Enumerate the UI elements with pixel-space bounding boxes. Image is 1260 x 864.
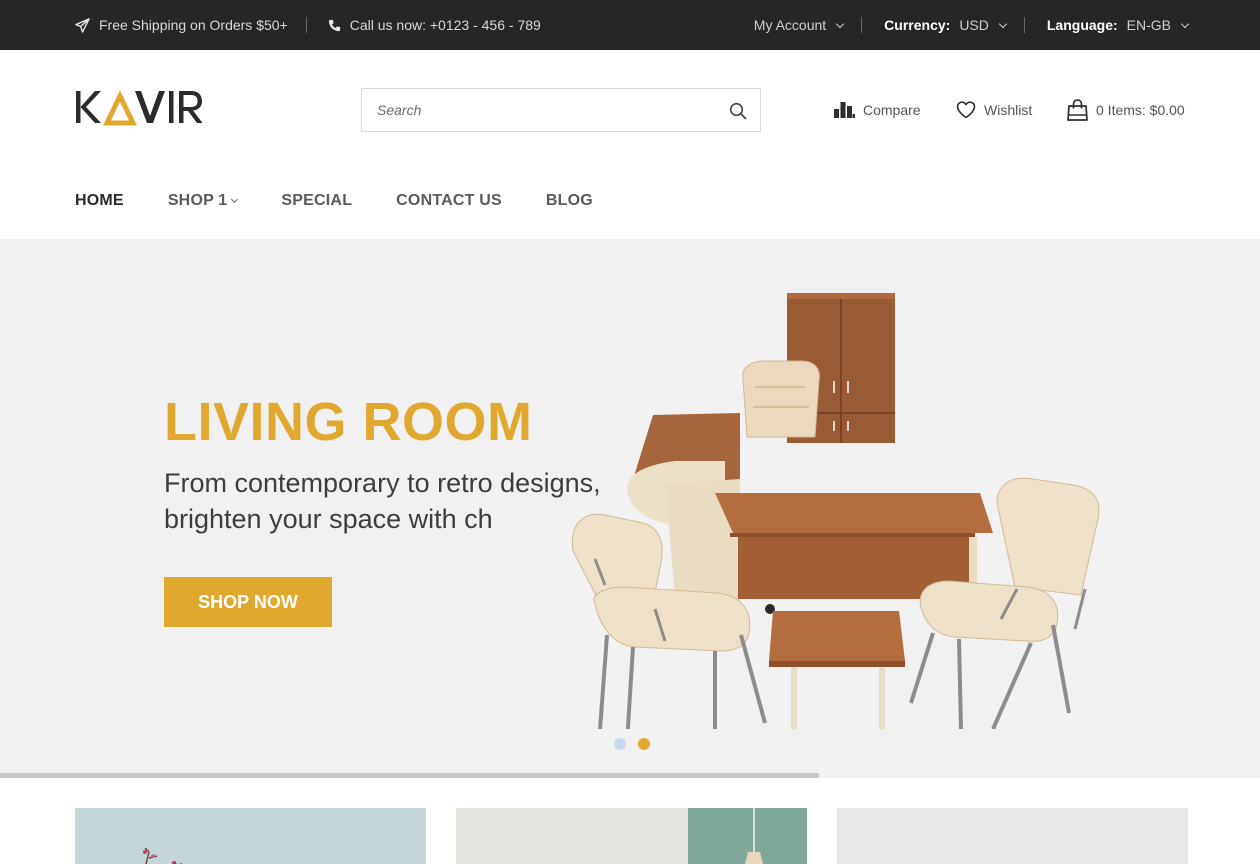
nav-item-home[interactable]: HOME — [75, 192, 124, 210]
banner-2[interactable] — [456, 808, 807, 864]
chevron-down-icon — [1180, 19, 1190, 28]
hero-slider: LIVING ROOM From contemporary to retro d… — [0, 239, 1260, 773]
my-account-label: My Account — [753, 17, 827, 33]
chevron-down-icon — [835, 19, 845, 28]
phone-icon — [328, 19, 340, 31]
main-navigation: HOME SHOP 1 SPECIAL CONTACT US BLOG — [75, 192, 637, 210]
phone-info: Call us now: +0123 - 456 - 789 — [328, 17, 541, 33]
language-value: EN-GB — [1126, 17, 1171, 33]
slider-pagination — [614, 738, 650, 750]
language-label: Language: — [1046, 17, 1118, 33]
paper-plane-icon — [75, 17, 90, 33]
banner-image-plant — [75, 808, 426, 864]
divider — [861, 17, 863, 33]
phone-text: Call us now: +0123 - 456 - 789 — [349, 17, 541, 33]
nav-item-label: SPECIAL — [281, 192, 353, 209]
search-input[interactable] — [362, 89, 717, 131]
search-box — [361, 88, 761, 132]
banner-image — [837, 808, 1188, 864]
cart-label: 0 Items: $0.00 — [1096, 102, 1185, 118]
nav-item-label: SHOP 1 — [167, 192, 228, 209]
banner-image-lamp — [456, 808, 807, 864]
nav-item-label: BLOG — [545, 192, 593, 209]
shopping-bag-icon — [1067, 99, 1088, 121]
nav-item-label: HOME — [75, 192, 124, 209]
currency-label: Currency: — [884, 17, 951, 33]
compare-section: Compare — [834, 96, 921, 124]
search-icon[interactable] — [728, 101, 748, 121]
nav-item-shop[interactable]: SHOP 1 — [167, 192, 239, 210]
currency-dropdown[interactable]: Currency: USD — [884, 17, 1008, 33]
nav-item-contact-us[interactable]: CONTACT US — [396, 192, 502, 210]
kavir-logo[interactable] — [75, 88, 205, 128]
divider — [1023, 17, 1025, 33]
slider-dot-1[interactable] — [614, 738, 626, 750]
cart-section: 0 Items: $0.00 — [1067, 96, 1185, 124]
language-dropdown[interactable]: Language: EN-GB — [1046, 17, 1190, 33]
hero-subtitle: From contemporary to retro designs, brig… — [164, 465, 614, 537]
cart-link[interactable]: 0 Items: $0.00 — [1067, 99, 1185, 121]
compare-link[interactable]: Compare — [834, 102, 921, 118]
nav-item-special[interactable]: SPECIAL — [281, 192, 352, 210]
bar-chart-icon — [834, 102, 855, 118]
top-bar-info: Free Shipping on Orders $50+ Call us now… — [75, 0, 541, 50]
chevron-down-icon — [231, 195, 239, 203]
chevron-down-icon — [998, 19, 1008, 28]
wishlist-section: Wishlist — [956, 96, 1032, 124]
top-bar-settings: My Account Currency: USD Language: EN-GB — [753, 0, 1190, 50]
hero-subtitle-line-1: From contemporary to retro designs, — [164, 468, 601, 498]
wishlist-label: Wishlist — [984, 102, 1033, 118]
shop-now-button[interactable]: SHOP NOW — [164, 577, 332, 627]
slider-progress-bar — [0, 773, 1260, 778]
heart-icon — [956, 101, 976, 119]
slider-progress-fill — [0, 773, 819, 778]
top-bar: Free Shipping on Orders $50+ Call us now… — [0, 0, 1260, 50]
my-account-dropdown[interactable]: My Account — [753, 17, 845, 33]
shipping-text: Free Shipping on Orders $50+ — [99, 17, 288, 33]
slider-dot-2[interactable] — [638, 738, 650, 750]
hero-title: LIVING ROOM — [164, 392, 533, 452]
nav-item-blog[interactable]: BLOG — [546, 192, 593, 210]
compare-label: Compare — [863, 102, 921, 118]
divider — [305, 17, 307, 33]
hero-subtitle-line-2: brighten your space with ch — [164, 504, 493, 534]
wishlist-link[interactable]: Wishlist — [956, 101, 1032, 119]
nav-item-label: CONTACT US — [396, 192, 502, 209]
banner-1[interactable] — [75, 808, 426, 864]
currency-value: USD — [959, 17, 989, 33]
banner-3[interactable] — [837, 808, 1188, 864]
shipping-info: Free Shipping on Orders $50+ — [75, 17, 288, 33]
hero-furniture-image — [571, 293, 1100, 729]
